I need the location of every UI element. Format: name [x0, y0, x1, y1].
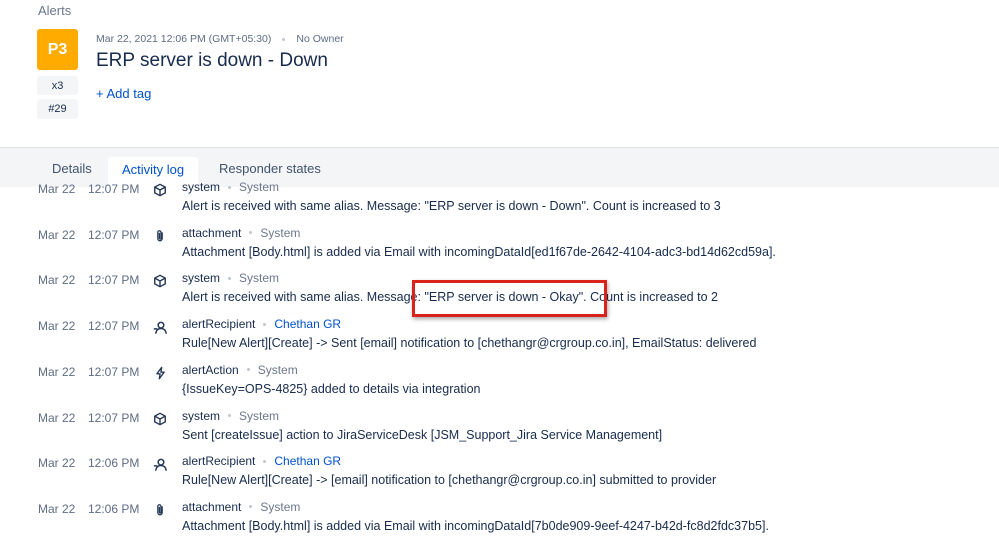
- entry-date: Mar 22: [38, 501, 76, 516]
- entry-date: Mar 22: [38, 364, 76, 379]
- alert-meta: Mar 22, 2021 12:06 PM (GMT+05:30) No Own…: [96, 33, 344, 45]
- entry-source: system: [182, 180, 221, 194]
- recipient-icon: [152, 456, 168, 472]
- separator-dot: [228, 414, 232, 417]
- entry-actor: System: [239, 408, 280, 423]
- entry-message: Rule[New Alert][Create] -> Sent [email] …: [182, 336, 757, 351]
- entry-header: alertAction System: [182, 363, 298, 377]
- entry-header: system System: [182, 180, 279, 194]
- entry-time: 12:06 PM: [88, 501, 140, 516]
- breadcrumb[interactable]: Alerts: [38, 3, 71, 18]
- entry-actor: System: [260, 225, 301, 240]
- entry-date: Mar 22: [38, 410, 76, 425]
- entry-time: 12:07 PM: [88, 182, 140, 196]
- alert-timestamp: Mar 22, 2021 12:06 PM (GMT+05:30): [96, 33, 272, 45]
- entry-header: alertRecipient Chethan GR: [182, 317, 341, 331]
- entry-time: 12:07 PM: [88, 410, 140, 425]
- entry-time: 12:06 PM: [88, 456, 140, 471]
- cube-icon: [152, 273, 168, 289]
- activity-log-entry: Mar 22 12:07 PM alertAction System {IssueKey…: [0, 363, 999, 411]
- count-badge: x3: [37, 76, 78, 95]
- entry-source: attachment: [182, 225, 242, 240]
- entry-header: alertRecipient Chethan GR: [182, 454, 341, 468]
- separator-dot: [282, 37, 286, 41]
- entry-actor: System: [260, 499, 301, 514]
- entry-actor[interactable]: Chethan GR: [274, 454, 341, 468]
- recipient-icon: [152, 319, 168, 335]
- alert-owner[interactable]: No Owner: [296, 33, 343, 45]
- entry-date: Mar 22: [38, 456, 76, 471]
- add-tag-button[interactable]: + Add tag: [96, 86, 151, 101]
- activity-log-entry: Mar 22 12:07 PM system System Sent [createIs…: [0, 409, 999, 457]
- entry-header: attachment System: [182, 226, 300, 240]
- separator-dot: [249, 231, 253, 235]
- entry-message: Alert is received with same alias. Messa…: [182, 199, 721, 213]
- activity-log-entry: Mar 22 12:07 PM system System Alert is recei…: [0, 180, 999, 228]
- paperclip-icon: [152, 228, 168, 244]
- tiny-id-badge: #29: [37, 99, 78, 119]
- separator-dot: [228, 276, 232, 280]
- activity-log-entry: Mar 22 12:06 PM attachment System Attachment…: [0, 500, 999, 538]
- entry-actor[interactable]: Chethan GR: [274, 317, 341, 331]
- separator-dot: [228, 185, 232, 189]
- entry-time: 12:07 PM: [88, 273, 140, 288]
- paperclip-icon: [152, 502, 168, 518]
- priority-badge: P3: [37, 29, 78, 70]
- entry-date: Mar 22: [38, 273, 76, 288]
- separator-dot: [246, 368, 250, 372]
- entry-source: alertRecipient: [182, 454, 256, 469]
- cube-icon: [152, 411, 168, 427]
- entry-header: attachment System: [182, 500, 300, 514]
- tab-responder-states[interactable]: Responder states: [219, 161, 321, 176]
- activity-log-entry: Mar 22 12:06 PM alertRecipient Chethan GR Ru…: [0, 454, 999, 502]
- entry-message: {IssueKey=OPS-4825} added to details via…: [182, 381, 481, 396]
- entry-header: system System: [182, 271, 279, 285]
- tab-bar: Details Activity log Responder states: [0, 147, 999, 188]
- entry-time: 12:07 PM: [88, 319, 140, 334]
- entry-message: Attachment [Body.html] is added via Emai…: [182, 518, 769, 533]
- entry-date: Mar 22: [38, 319, 76, 334]
- bolt-icon: [152, 365, 168, 381]
- alert-title: ERP server is down - Down: [96, 50, 328, 71]
- activity-log-entry: Mar 22 12:07 PM attachment System Attachment…: [0, 226, 999, 274]
- entry-message: Rule[New Alert][Create] -> [email] notif…: [182, 473, 717, 488]
- separator-dot: [263, 459, 267, 463]
- entry-message: Sent [createIssue] action to JiraService…: [182, 427, 663, 442]
- add-tag-label: + Add tag: [96, 86, 152, 101]
- entry-source: system: [182, 271, 221, 286]
- entry-header: system System: [182, 409, 279, 423]
- separator-dot: [263, 322, 267, 326]
- entry-date: Mar 22: [38, 182, 76, 196]
- entry-source: attachment: [182, 499, 242, 514]
- activity-log-entry: Mar 22 12:07 PM alertRecipient Chethan GR Ru…: [0, 317, 999, 365]
- separator-dot: [249, 505, 253, 509]
- entry-message: Attachment [Body.html] is added via Emai…: [182, 244, 776, 259]
- entry-actor: System: [239, 271, 280, 286]
- entry-date: Mar 22: [38, 227, 76, 242]
- entry-time: 12:07 PM: [88, 227, 140, 242]
- entry-actor: System: [239, 180, 280, 194]
- tab-details[interactable]: Details: [52, 161, 92, 176]
- annotation-highlight-box: [412, 280, 607, 317]
- entry-source: alertAction: [182, 362, 239, 377]
- entry-source: system: [182, 408, 221, 423]
- entry-source: alertRecipient: [182, 317, 256, 332]
- entry-time: 12:07 PM: [88, 364, 140, 379]
- cube-icon: [152, 182, 168, 198]
- entry-actor: System: [257, 362, 298, 377]
